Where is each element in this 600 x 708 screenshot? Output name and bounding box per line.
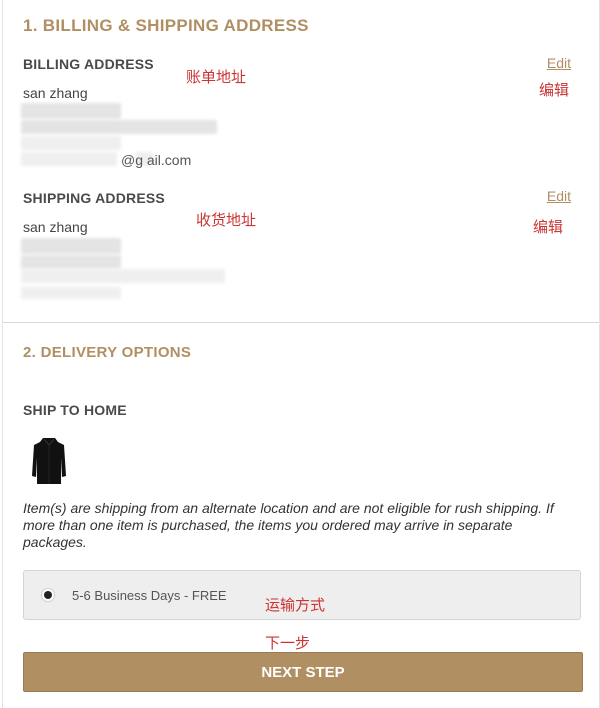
next-step-button[interactable]: NEXT STEP (23, 652, 583, 692)
ship-to-home-heading: SHIP TO HOME (23, 402, 127, 418)
shipping-annotation: 收货地址 (196, 211, 257, 229)
billing-shipping-section: 1. BILLING & SHIPPING ADDRESS BILLING AD… (2, 0, 600, 323)
billing-edit-link[interactable]: Edit (547, 55, 571, 71)
jacket-product-icon (32, 438, 66, 484)
shipping-notice: Item(s) are shipping from an alternate l… (23, 500, 554, 550)
billing-edit-annotation: 编辑 (539, 81, 570, 99)
billing-email: @g ail.com (121, 152, 192, 168)
billing-annotation: 账单地址 (186, 68, 247, 86)
shipping-name: san zhang (23, 219, 88, 235)
delivery-option-label: 5-6 Business Days - FREE (72, 588, 227, 603)
section-title-billing-shipping: 1. BILLING & SHIPPING ADDRESS (23, 16, 309, 35)
billing-address-heading: BILLING ADDRESS (23, 56, 154, 72)
shipping-edit-link[interactable]: Edit (547, 188, 571, 204)
section-title-delivery: 2. DELIVERY OPTIONS (23, 344, 192, 361)
delivery-option-annotation: 运输方式 (265, 596, 326, 614)
shipping-edit-annotation: 编辑 (533, 218, 564, 236)
next-step-annotation: 下一步 (265, 634, 311, 652)
shipping-address-heading: SHIPPING ADDRESS (23, 190, 165, 206)
delivery-options-section: 2. DELIVERY OPTIONS SHIP TO HOME Item(s)… (2, 324, 600, 708)
billing-name: san zhang (23, 85, 88, 101)
radio-selected-icon[interactable] (41, 588, 55, 602)
